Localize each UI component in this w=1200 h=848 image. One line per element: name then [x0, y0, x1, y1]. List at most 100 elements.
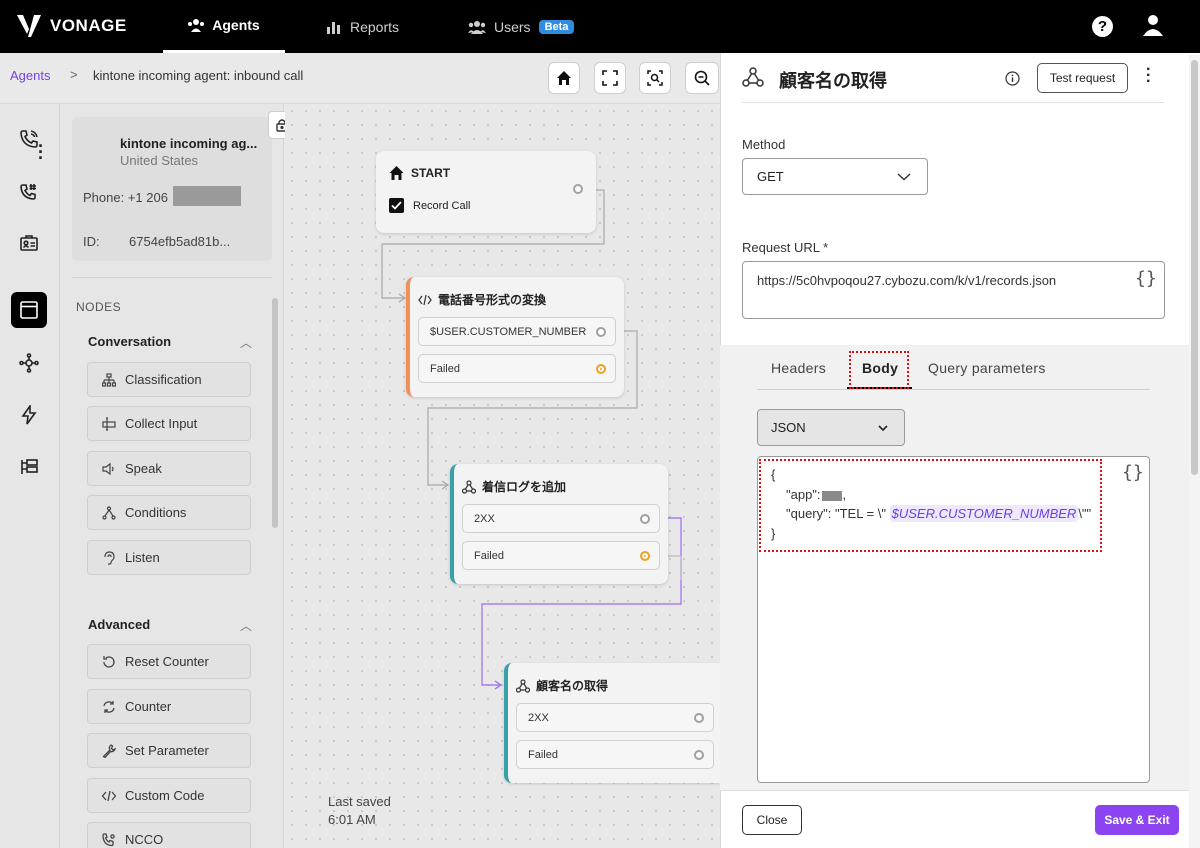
body-tab-highlight	[849, 351, 909, 389]
nav-users[interactable]: Users Beta	[468, 0, 575, 53]
webhook-icon	[516, 678, 530, 693]
rail-events[interactable]	[11, 397, 47, 433]
output-port-failed[interactable]	[596, 364, 606, 374]
request-url-label: Request URL *	[742, 240, 829, 255]
rail-flow-editor[interactable]	[11, 292, 47, 328]
group-conversation-title[interactable]: Conversation	[88, 334, 171, 349]
output-2xx[interactable]: 2XX	[516, 703, 714, 732]
nodes-heading: NODES	[76, 300, 122, 314]
node-item-listen[interactable]: Listen	[87, 540, 251, 575]
fullscreen-button[interactable]	[594, 62, 626, 94]
window-layout-icon	[20, 301, 38, 319]
chevron-up-icon[interactable]: ︿	[240, 617, 252, 634]
add-log-node-title: 着信ログを追加	[462, 478, 566, 495]
tab-headers[interactable]: Headers	[771, 360, 826, 376]
node-item-label: Reset Counter	[125, 654, 209, 669]
output-customer-number[interactable]: $USER.CUSTOMER_NUMBER	[418, 317, 616, 346]
node-item-conditions[interactable]: Conditions	[87, 495, 251, 530]
request-url-input[interactable]: https://5c0hvpoqou27.cybozu.com/k/v1/rec…	[742, 261, 1165, 319]
output-port-failed[interactable]	[640, 551, 650, 561]
contact-card-icon	[20, 235, 38, 251]
webhook-icon	[742, 67, 764, 87]
fetch-customer-node[interactable]: 顧客名の取得 2XX Failed	[504, 663, 720, 783]
output-failed[interactable]: Failed	[418, 354, 616, 383]
zoom-out-icon	[694, 70, 710, 86]
help-icon[interactable]: ?	[1092, 16, 1113, 37]
user-profile-icon[interactable]	[1142, 14, 1164, 39]
drawer-scrollbar-thumb[interactable]	[1191, 60, 1198, 475]
branch-icon	[102, 505, 116, 520]
zoom-fit-button[interactable]	[639, 62, 671, 94]
nav-users-label: Users	[494, 18, 531, 35]
tree-list-icon	[21, 459, 38, 474]
node-item-set-parameter[interactable]: Set Parameter	[87, 733, 251, 768]
start-output-port[interactable]	[573, 184, 583, 194]
chevron-down-icon	[897, 173, 911, 181]
add-log-node[interactable]: 着信ログを追加 2XX Failed	[450, 464, 668, 584]
node-item-counter[interactable]: Counter	[87, 689, 251, 724]
nav-reports-label: Reports	[350, 18, 400, 35]
refresh-icon	[103, 700, 115, 713]
convert-phone-node-title: 電話番号形式の変換	[418, 291, 546, 308]
zoom-out-button[interactable]	[685, 62, 719, 94]
info-icon[interactable]	[1005, 71, 1020, 86]
zoom-fit-icon	[647, 70, 663, 86]
node-item-reset-counter[interactable]: Reset Counter	[87, 644, 251, 679]
breadcrumb-current: kintone incoming agent: inbound call	[93, 68, 304, 83]
node-item-speak[interactable]: Speak	[87, 451, 251, 486]
panel-divider	[72, 277, 272, 278]
output-port[interactable]	[596, 327, 606, 337]
close-button[interactable]: Close	[742, 805, 802, 835]
output-failed[interactable]: Failed	[462, 541, 660, 570]
body-format-select[interactable]: JSON	[757, 409, 905, 446]
record-call-checkbox[interactable]: Record Call	[389, 198, 470, 213]
agent-country: United States	[120, 153, 199, 168]
insert-variable-braces-icon[interactable]: {}	[1135, 268, 1157, 289]
home-button[interactable]	[548, 62, 580, 94]
chevron-up-icon[interactable]: ︿	[240, 334, 252, 351]
agent-id-label: ID:	[83, 234, 100, 249]
lightning-icon	[21, 405, 37, 425]
chevron-down-icon	[878, 425, 888, 432]
home-icon	[389, 166, 404, 180]
input-field-icon	[102, 416, 116, 431]
start-node[interactable]: START Record Call	[376, 151, 596, 233]
output-port[interactable]	[694, 713, 704, 723]
agent-menu-kebab-icon[interactable]: · · ·	[38, 137, 44, 167]
output-2xx[interactable]: 2XX	[462, 504, 660, 533]
rail-contacts[interactable]	[11, 225, 47, 261]
nav-reports[interactable]: Reports	[326, 0, 399, 53]
drawer-menu-kebab-icon[interactable]: · · ·	[1146, 62, 1151, 90]
output-failed[interactable]: Failed	[516, 740, 714, 769]
rail-numbers[interactable]	[11, 173, 47, 209]
insert-variable-braces-icon[interactable]: {}	[1122, 462, 1144, 483]
vonage-v-icon	[17, 15, 41, 37]
node-item-custom-code[interactable]: Custom Code	[87, 778, 251, 813]
node-item-collect-input[interactable]: Collect Input	[87, 406, 251, 441]
save-exit-button[interactable]: Save & Exit	[1095, 805, 1179, 835]
method-select[interactable]: GET	[742, 158, 928, 195]
output-port[interactable]	[694, 750, 704, 760]
node-item-ncco[interactable]: NCCO	[87, 822, 251, 848]
test-request-button[interactable]: Test request	[1037, 63, 1128, 93]
top-bar: VONAGE Agents Reports Users Beta ?	[0, 0, 1200, 53]
output-port[interactable]	[640, 514, 650, 524]
tab-query-parameters[interactable]: Query parameters	[928, 360, 1046, 376]
method-label: Method	[742, 137, 786, 152]
request-url-value: https://5c0hvpoqou27.cybozu.com/k/v1/rec…	[757, 273, 1057, 288]
node-item-label: Counter	[125, 699, 172, 714]
beta-badge: Beta	[538, 19, 575, 34]
breadcrumb-agents-link[interactable]: Agents	[10, 68, 50, 83]
node-item-label: Classification	[125, 372, 202, 387]
convert-phone-node[interactable]: 電話番号形式の変換 $USER.CUSTOMER_NUMBER Failed	[406, 277, 624, 397]
nav-agents[interactable]: Agents	[163, 0, 285, 53]
node-item-classification[interactable]: Classification	[87, 362, 251, 397]
nav-agents-label: Agents	[212, 17, 260, 33]
phone-redaction	[173, 186, 241, 206]
rail-tables[interactable]	[11, 449, 47, 485]
rail-integrations[interactable]	[11, 345, 47, 381]
node-item-label: Collect Input	[125, 416, 198, 431]
group-advanced-title[interactable]: Advanced	[88, 617, 150, 632]
vonage-logo[interactable]: VONAGE	[16, 14, 127, 38]
nodes-scrollbar[interactable]	[272, 298, 278, 528]
